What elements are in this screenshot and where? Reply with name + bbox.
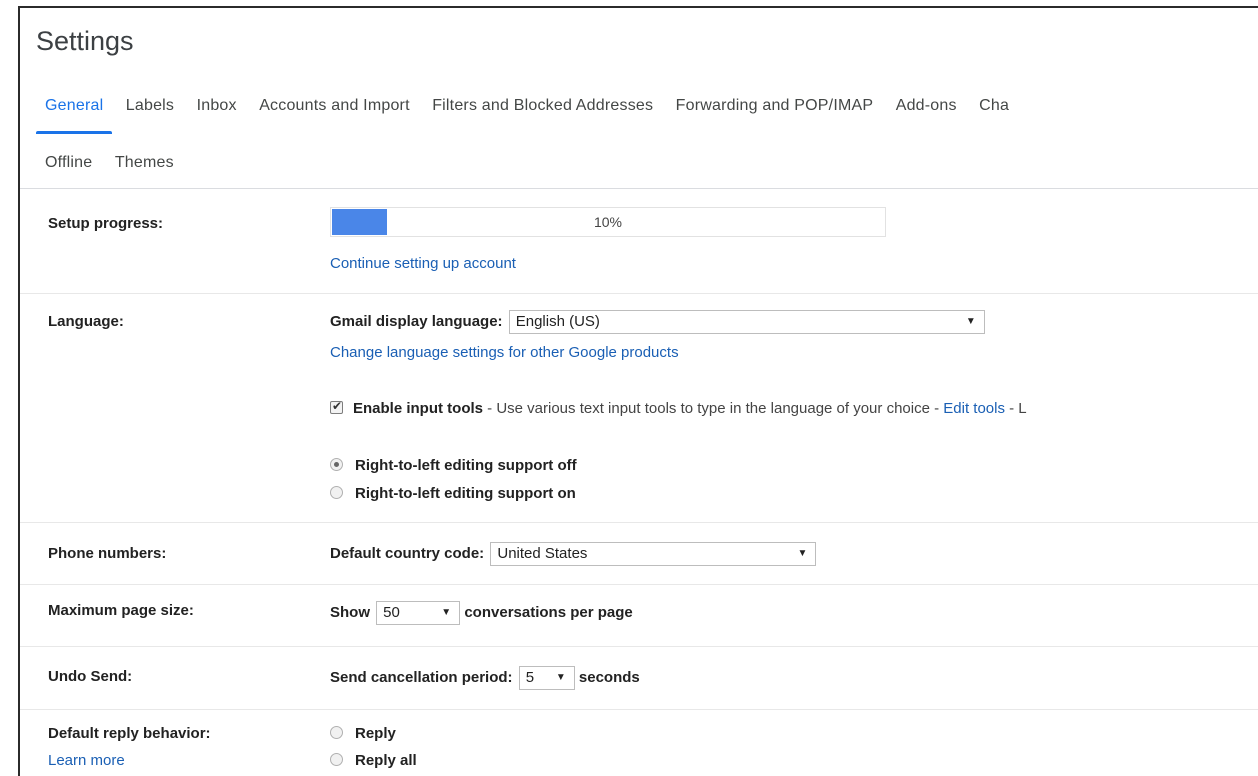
language-label: Language: (48, 313, 124, 330)
undo-send-label: Undo Send: (48, 668, 133, 685)
phone-numbers-row: Phone numbers: Default country code: Uni… (20, 523, 1258, 585)
reply-radio[interactable] (330, 726, 343, 739)
page-title: Settings (36, 26, 134, 56)
enable-input-tools-label: Enable input tools (353, 400, 483, 417)
tab-filters-and-blocked-addresses[interactable]: Filters and Blocked Addresses (423, 97, 662, 115)
cancellation-period-select[interactable]: 5 ▼ (518, 666, 575, 690)
input-tools-description: - Use various text input tools to type i… (483, 400, 944, 417)
other-products-language-link[interactable]: Change language settings for other Googl… (330, 344, 679, 361)
tab-offline[interactable]: Offline (36, 154, 101, 172)
tab-themes[interactable]: Themes (106, 154, 183, 172)
rtl-off-label: Right-to-left editing support off (355, 457, 577, 474)
tab-accounts-and-import[interactable]: Accounts and Import (250, 97, 419, 115)
reply-behavior-label: Default reply behavior: (48, 725, 211, 742)
tab-inbox[interactable]: Inbox (188, 97, 246, 115)
phone-numbers-label: Phone numbers: (48, 545, 167, 562)
settings-window: Settings General Labels Inbox Accounts a… (18, 6, 1258, 776)
learn-more-link[interactable]: Learn more (48, 752, 125, 769)
progress-percent: 10% (593, 214, 623, 230)
tab-row-1: General Labels Inbox Accounts and Import… (36, 97, 1018, 134)
language-row: Language: Gmail display language: Englis… (20, 294, 1258, 523)
dropdown-arrow-icon: ▼ (797, 548, 808, 559)
setup-progress-label: Setup progress: (48, 215, 164, 232)
undo-send-row: Undo Send: Send cancellation period: 5 ▼… (20, 647, 1258, 710)
tab-add-ons[interactable]: Add-ons (887, 97, 966, 115)
dropdown-arrow-icon: ▼ (965, 316, 976, 327)
tab-forwarding-and-pop-imap[interactable]: Forwarding and POP/IMAP (667, 97, 883, 115)
display-language-label: Gmail display language: (330, 312, 503, 330)
input-tools-trailing: - L (1004, 400, 1027, 417)
setup-progress-row: Setup progress: 10% Continue setting up … (20, 189, 1258, 294)
continue-setup-link[interactable]: Continue setting up account (330, 255, 516, 272)
reply-all-radio[interactable] (330, 753, 343, 766)
country-code-value: United States (497, 545, 588, 562)
edit-tools-link[interactable]: Edit tools (943, 400, 1005, 417)
setup-progress-bar: 10% (330, 207, 886, 237)
page-size-select[interactable]: 50 ▼ (376, 601, 461, 625)
page-size-value: 50 (383, 604, 400, 621)
tab-general[interactable]: General (36, 97, 113, 134)
max-page-size-label: Maximum page size: (48, 602, 194, 619)
conversations-per-page-label: conversations per page (464, 603, 633, 621)
rtl-on-radio[interactable] (330, 486, 343, 499)
dropdown-arrow-icon: ▼ (441, 607, 452, 618)
rtl-off-radio[interactable] (330, 458, 343, 471)
display-language-select[interactable]: English (US) ▼ (508, 310, 985, 334)
country-code-select[interactable]: United States ▼ (490, 542, 817, 566)
seconds-label: seconds (578, 668, 640, 686)
show-label: Show (330, 603, 370, 621)
rtl-on-label: Right-to-left editing support on (355, 485, 576, 502)
max-page-size-row: Maximum page size: Show 50 ▼ conversatio… (20, 585, 1258, 647)
check-icon: ✔ (332, 399, 343, 413)
tab-labels[interactable]: Labels (117, 97, 183, 115)
reply-all-label: Reply all (355, 752, 417, 769)
cancellation-period-value: 5 (525, 669, 535, 686)
cancellation-period-label: Send cancellation period: (330, 668, 513, 686)
country-code-label: Default country code: (330, 544, 485, 562)
reply-label: Reply (355, 725, 396, 742)
reply-behavior-row: Default reply behavior: Learn more Reply… (20, 710, 1258, 776)
tab-row-2: Offline Themes (36, 154, 183, 172)
enable-input-tools-checkbox[interactable]: ✔ (330, 399, 343, 414)
tab-chat-truncated[interactable]: Cha (970, 97, 1018, 115)
display-language-value: English (US) (515, 313, 600, 330)
dropdown-arrow-icon: ▼ (555, 672, 566, 683)
